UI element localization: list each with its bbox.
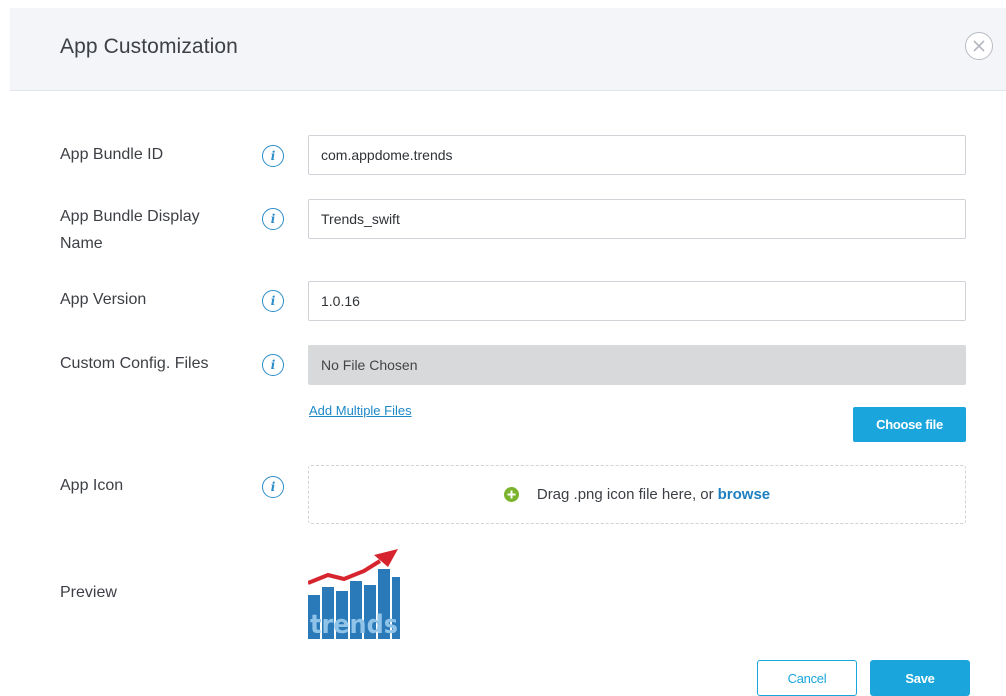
cancel-button[interactable]: Cancel [757, 660, 857, 696]
info-icon[interactable]: i [262, 208, 284, 230]
browse-link[interactable]: browse [718, 486, 771, 503]
close-button[interactable] [965, 32, 993, 60]
bundle-id-input[interactable] [308, 135, 966, 175]
choose-file-button[interactable]: Choose file [853, 407, 966, 442]
preview-image-text: trends [310, 610, 398, 639]
display-name-label: App Bundle Display Name [60, 208, 200, 252]
icon-dropzone[interactable]: Drag .png icon file here, or browse [308, 465, 966, 524]
plus-circle-icon [503, 487, 519, 502]
dialog-header: App Customization [10, 8, 1006, 91]
version-label: App Version [60, 291, 147, 308]
save-button[interactable]: Save [870, 660, 970, 696]
version-input[interactable] [308, 281, 966, 321]
add-multiple-files-link[interactable]: Add Multiple Files [309, 403, 412, 418]
dialog-title: App Customization [60, 35, 238, 58]
display-name-input[interactable] [308, 199, 966, 239]
trends-app-icon: trends [308, 549, 400, 639]
bundle-id-label: App Bundle ID [60, 146, 164, 163]
info-icon[interactable]: i [262, 476, 284, 498]
config-files-field: No File Chosen [308, 345, 966, 385]
config-files-label: Custom Config. Files [60, 355, 209, 372]
info-icon[interactable]: i [262, 290, 284, 312]
preview-label: Preview [60, 584, 117, 601]
info-icon[interactable]: i [262, 354, 284, 376]
app-icon-label: App Icon [60, 477, 124, 494]
dropzone-text: Drag .png icon file here, or [536, 486, 714, 503]
close-icon [973, 40, 985, 52]
info-icon[interactable]: i [262, 145, 284, 167]
